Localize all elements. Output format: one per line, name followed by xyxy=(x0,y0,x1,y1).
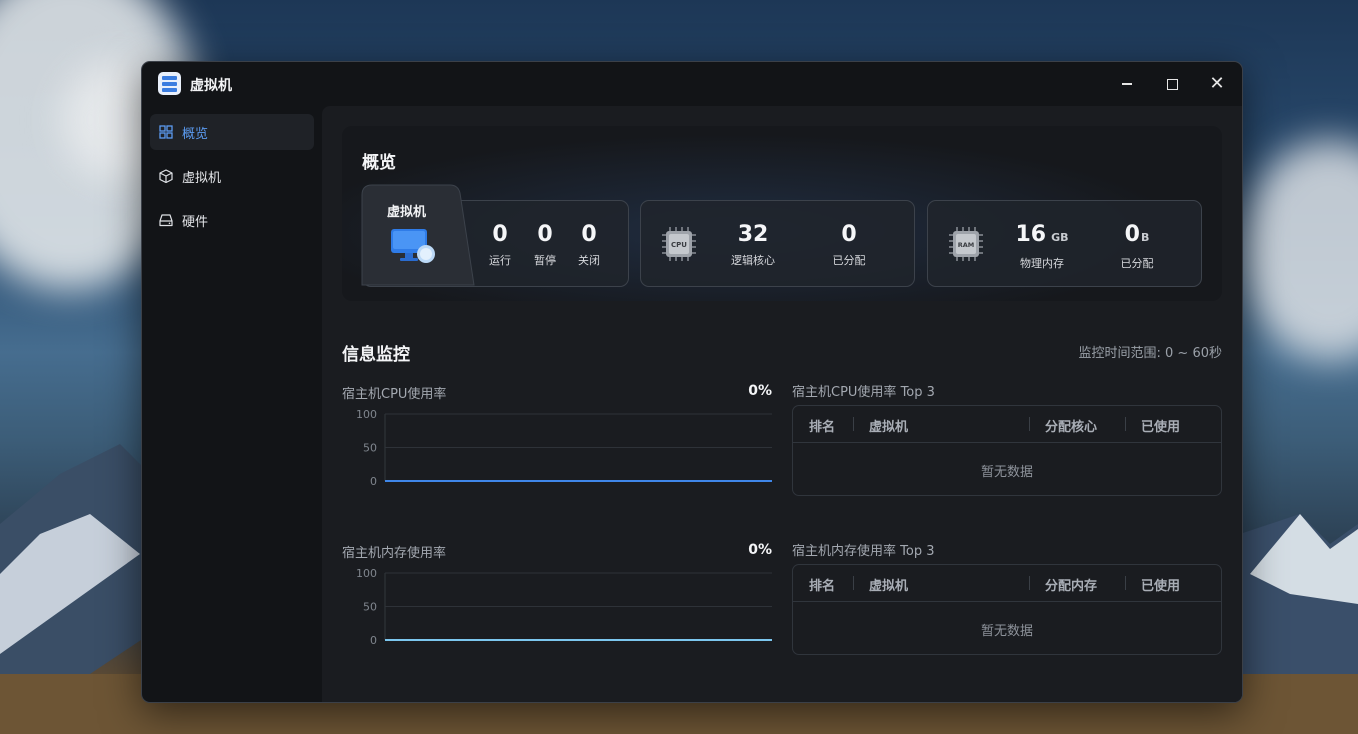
column-header-rank[interactable]: 排名 xyxy=(809,575,835,594)
ram-chip-icon: RAM xyxy=(949,227,983,261)
empty-state-text: 暂无数据 xyxy=(980,465,1033,480)
memory-chart-plot: 100 50 0 xyxy=(356,567,772,647)
maximize-button[interactable] xyxy=(1150,70,1194,98)
vm-card-label: 虚拟机 xyxy=(387,205,427,220)
column-header-used[interactable]: 已使用 xyxy=(1141,416,1180,435)
memory-top3-table: 排名 虚拟机 分配内存 已使用 暂无数据 xyxy=(792,564,1222,655)
column-header-vm[interactable]: 虚拟机 xyxy=(869,416,908,435)
cube-icon xyxy=(159,169,173,183)
table-header: 排名 虚拟机 分配内存 已使用 xyxy=(793,565,1221,602)
sidebar-item-label: 概览 xyxy=(182,127,209,142)
empty-state-text: 暂无数据 xyxy=(980,624,1033,639)
column-header-allocated-memory[interactable]: 分配内存 xyxy=(1045,575,1097,594)
monitor-title: 信息监控 xyxy=(342,345,410,365)
vm-running-stat: 0 运行 xyxy=(483,222,517,268)
drive-icon xyxy=(159,214,173,227)
ram-chip-text: RAM xyxy=(958,241,975,249)
cpu-chart-plot: 100 50 0 xyxy=(356,408,772,488)
ram-allocated-value: 0 xyxy=(1124,222,1140,247)
ram-physical-unit: GB xyxy=(1051,231,1069,244)
title-bar[interactable]: 虚拟机 ✕ xyxy=(142,62,1242,106)
sidebar-item-label: 虚拟机 xyxy=(182,171,222,186)
minimize-button[interactable] xyxy=(1105,70,1149,98)
overview-panel: 概览 虚拟机 0 运行 0 暂停 0 关闭 CPU 32 逻辑核心 0 已分配 … xyxy=(342,126,1222,301)
chart-current-value: 0% xyxy=(748,542,772,558)
vm-stopped-label: 关闭 xyxy=(578,254,600,267)
sidebar-item-label: 硬件 xyxy=(182,215,209,230)
vm-stopped-value: 0 xyxy=(581,222,597,247)
table-header: 排名 虚拟机 分配核心 已使用 xyxy=(793,406,1221,443)
close-icon: ✕ xyxy=(1209,73,1225,94)
chart-y-tick-label: 100 xyxy=(356,567,377,580)
chart-y-tick-label: 100 xyxy=(356,408,377,421)
cpu-chip-text: CPU xyxy=(671,241,687,249)
chart-y-tick-label: 0 xyxy=(370,634,377,647)
chart-title: 宿主机CPU使用率 xyxy=(342,387,447,402)
chart-y-tick-label: 50 xyxy=(363,442,377,455)
app-title: 虚拟机 xyxy=(190,78,232,94)
cpu-logical-cores-value: 32 xyxy=(737,222,769,247)
cpu-chip-icon: CPU xyxy=(662,227,696,261)
ram-allocated-unit: B xyxy=(1140,231,1150,244)
column-header-rank[interactable]: 排名 xyxy=(809,416,835,435)
vm-running-label: 运行 xyxy=(489,254,511,267)
cpu-allocated-label: 已分配 xyxy=(832,254,866,267)
cpu-logical-cores-stat: 32 逻辑核心 xyxy=(721,222,785,268)
app-logo-icon xyxy=(158,72,181,95)
ram-physical-value: 16 xyxy=(1015,222,1047,247)
column-header-vm[interactable]: 虚拟机 xyxy=(869,575,908,594)
main-content: 概览 虚拟机 0 运行 0 暂停 0 关闭 CPU 32 逻辑核心 0 已分配 … xyxy=(322,106,1242,702)
vm-paused-label: 暂停 xyxy=(534,254,556,267)
column-header-used[interactable]: 已使用 xyxy=(1141,575,1180,594)
ram-card[interactable]: RAM 16 GB 物理内存 0B 已分配 xyxy=(927,200,1202,287)
vm-stopped-stat: 0 关闭 xyxy=(572,222,606,268)
vm-running-value: 0 xyxy=(492,222,508,247)
monitor-range-label: 监控时间范围: 0 ~ 60秒 xyxy=(1078,346,1222,361)
app-window: 虚拟机 ✕ 概览 虚拟机 硬件 概览 虚拟机 0 运行 0 暂停 0 关闭 CP… xyxy=(141,61,1243,703)
chart-y-tick-label: 50 xyxy=(363,601,377,614)
vm-status-card[interactable]: 虚拟机 0 运行 0 暂停 0 关闭 xyxy=(361,184,629,287)
ram-physical-stat: 16 GB 物理内存 xyxy=(1004,222,1080,271)
grid-icon xyxy=(159,125,173,139)
sidebar: 概览 虚拟机 硬件 xyxy=(142,106,322,702)
chart-title: 宿主机内存使用率 xyxy=(342,546,447,561)
vm-paused-stat: 0 暂停 xyxy=(528,222,562,268)
table-title: 宿主机内存使用率 Top 3 xyxy=(792,544,935,559)
cpu-allocated-value: 0 xyxy=(841,222,857,247)
close-button[interactable]: ✕ xyxy=(1195,70,1239,98)
minimize-icon xyxy=(1122,83,1132,85)
cpu-card[interactable]: CPU 32 逻辑核心 0 已分配 xyxy=(640,200,915,287)
table-title: 宿主机CPU使用率 Top 3 xyxy=(792,385,935,400)
ram-allocated-stat: 0B 已分配 xyxy=(1105,222,1169,271)
monitor-icon xyxy=(391,229,435,263)
cpu-logical-cores-label: 逻辑核心 xyxy=(731,254,775,267)
overview-title: 概览 xyxy=(362,153,396,173)
chart-y-tick-label: 0 xyxy=(370,475,377,488)
ram-allocated-label: 已分配 xyxy=(1120,257,1154,270)
cpu-allocated-stat: 0 已分配 xyxy=(817,222,881,268)
cpu-usage-chart: 宿主机CPU使用率 0% 100 50 0 xyxy=(342,383,772,503)
sidebar-item-vm[interactable]: 虚拟机 xyxy=(150,158,314,194)
maximize-icon xyxy=(1166,78,1178,90)
memory-usage-chart: 宿主机内存使用率 0% 100 50 0 xyxy=(342,542,772,662)
chart-current-value: 0% xyxy=(748,383,772,399)
sidebar-item-hardware[interactable]: 硬件 xyxy=(150,202,314,238)
sidebar-item-overview[interactable]: 概览 xyxy=(150,114,314,150)
column-header-allocated-cores[interactable]: 分配核心 xyxy=(1045,416,1097,435)
cpu-top3-table: 排名 虚拟机 分配核心 已使用 暂无数据 xyxy=(792,405,1222,496)
ram-physical-label: 物理内存 xyxy=(1020,257,1064,270)
vm-paused-value: 0 xyxy=(537,222,553,247)
